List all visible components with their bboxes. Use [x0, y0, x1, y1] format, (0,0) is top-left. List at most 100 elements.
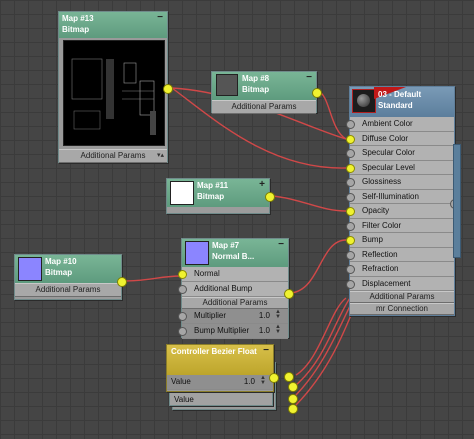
map7-param-bump-multiplier[interactable]: Bump Multiplier 1.0 ▲ ▼	[178, 324, 288, 339]
map7-slot-additional-bump[interactable]: Additional Bump	[178, 282, 288, 297]
map7-thumbnail	[185, 241, 209, 265]
map7-output-socket[interactable]	[284, 289, 294, 299]
map7-slot-normal[interactable]: Normal	[178, 267, 288, 282]
map13-output-socket[interactable]	[163, 84, 173, 94]
standard-slot-label: Ambient Color	[362, 119, 413, 128]
input-socket-icon[interactable]	[346, 134, 355, 144]
output-socket-icon[interactable]	[284, 372, 294, 382]
standard-slot-label: Glossiness	[362, 177, 402, 186]
standard-slot-opacity[interactable]: Opacity	[346, 204, 454, 219]
input-socket-icon[interactable]	[178, 285, 187, 294]
standard-thumbnail	[352, 89, 376, 113]
map7-slot-normal-label: Normal	[194, 269, 220, 278]
input-socket-icon[interactable]	[346, 265, 355, 274]
spinner-icon[interactable]: ▲ ▼	[275, 324, 282, 336]
map7-param-multiplier[interactable]: Multiplier 1.0 ▲ ▼	[178, 309, 288, 324]
input-socket-icon[interactable]	[346, 236, 355, 245]
map7-node[interactable]: Map #7 Normal B... − Normal Additional B…	[178, 238, 294, 339]
collapse-icon[interactable]: −	[263, 345, 269, 356]
collapse-icon[interactable]: −	[157, 12, 163, 23]
input-socket-icon[interactable]	[346, 163, 355, 173]
standard-slot-specular-level[interactable]: Specular Level	[346, 160, 454, 175]
standard-slot-specular-color[interactable]: Specular Color	[346, 146, 454, 161]
standard-slot-label: Specular Level	[362, 162, 415, 172]
map10-subtitle: Bitmap	[45, 268, 73, 277]
map8-additional-params[interactable]: Additional Params	[212, 100, 316, 114]
multiplier-label: Multiplier	[194, 311, 227, 320]
standard-slot-reflection[interactable]: Reflection	[346, 247, 454, 262]
map13-title: Map #13	[62, 14, 94, 23]
input-socket-icon[interactable]	[178, 270, 187, 279]
standard-slot-self-illumination[interactable]: Self-Illumination	[346, 189, 454, 204]
standard-slot-filter-color[interactable]: Filter Color	[346, 218, 454, 233]
controller-output-socket[interactable]	[269, 373, 279, 383]
map7-subtitle: Normal B...	[212, 252, 255, 261]
spinner-icon[interactable]: ▲ ▼	[260, 375, 267, 387]
map11-output-socket[interactable]	[265, 192, 275, 202]
output-socket-icon[interactable]	[288, 382, 298, 392]
sphere-icon	[357, 94, 370, 107]
standard-mr-connection[interactable]: mr Connection	[350, 303, 454, 315]
standard-additional-params-label: Additional Params	[369, 292, 435, 301]
map13-header[interactable]: Map #13 Bitmap −	[59, 12, 167, 38]
input-socket-icon[interactable]	[178, 312, 187, 321]
input-socket-icon[interactable]	[346, 120, 355, 129]
standard-slot-glossiness[interactable]: Glossiness	[346, 175, 454, 190]
output-socket-icon[interactable]	[288, 404, 298, 414]
map8-output-socket[interactable]	[312, 88, 322, 98]
map8-additional-params-label: Additional Params	[231, 102, 297, 111]
map7-slot-additional-bump-label: Additional Bump	[194, 284, 253, 293]
input-socket-icon[interactable]	[346, 221, 355, 231]
controller-header[interactable]: Controller Bezier Float −	[167, 345, 273, 375]
standard-slot-diffuse-color[interactable]: Diffuse Color	[346, 131, 454, 146]
stacked-node-value-row: Value	[174, 395, 194, 404]
spinner-icon[interactable]: ▲ ▼	[275, 309, 282, 321]
standard-side-tab[interactable]	[453, 144, 461, 258]
map10-node[interactable]: Map #10 Bitmap Additional Params	[14, 254, 127, 300]
standard-mr-connection-label: mr Connection	[375, 304, 429, 313]
map7-additional-params-label: Additional Params	[202, 298, 268, 307]
bump-multiplier-value[interactable]: 1.0	[259, 324, 270, 338]
input-socket-icon[interactable]	[346, 250, 355, 260]
controller-value-row[interactable]: Value 1.0 ▲ ▼	[167, 375, 273, 390]
expand-arrows-icon[interactable]: ▾▴	[157, 150, 164, 162]
expand-icon[interactable]: +	[259, 179, 265, 190]
wire-map8-diffuse	[317, 90, 347, 140]
map11-node[interactable]: Map #11 Bitmap +	[166, 178, 275, 214]
map11-subtitle: Bitmap	[197, 192, 225, 201]
standard-additional-params[interactable]: Additional Params	[350, 291, 454, 303]
input-socket-icon[interactable]	[346, 178, 355, 187]
map7-additional-params[interactable]: Additional Params	[182, 297, 288, 309]
controller-value[interactable]: 1.0	[244, 375, 255, 389]
input-socket-icon[interactable]	[178, 327, 187, 336]
map10-additional-params[interactable]: Additional Params	[15, 283, 121, 297]
standard-slot-displacement[interactable]: Displacement	[346, 276, 454, 291]
collapse-icon[interactable]: −	[306, 72, 312, 83]
standard-subtitle: Standard	[378, 101, 413, 110]
wire-map10-normal	[123, 275, 182, 282]
standard-slot-refraction[interactable]: Refraction	[346, 262, 454, 277]
map13-additional-params[interactable]: Additional Params ▾▴	[59, 149, 167, 163]
controller-value-label: Value	[171, 377, 191, 386]
output-socket-icon[interactable]	[288, 394, 298, 404]
input-socket-icon[interactable]	[346, 207, 355, 216]
standard-slot-ambient-color[interactable]: Ambient Color	[346, 117, 454, 132]
input-socket-icon[interactable]	[346, 192, 355, 202]
input-socket-icon[interactable]	[346, 279, 355, 289]
controller-subtitle: Bezier Float	[211, 347, 257, 356]
map10-title: Map #10	[45, 257, 77, 266]
map10-additional-params-label: Additional Params	[35, 285, 101, 294]
bump-multiplier-label: Bump Multiplier	[194, 326, 250, 335]
standard-header[interactable]: 03 - Default Standard	[350, 87, 454, 117]
standard-slot-label: Refraction	[362, 264, 399, 273]
map13-node[interactable]: Map #13 Bitmap − Additional Params ▾▴	[58, 11, 173, 163]
standard-material-node[interactable]: 03 - Default Standard Ambient Color Diffu…	[346, 86, 460, 316]
multiplier-value[interactable]: 1.0	[259, 309, 270, 323]
controller-node[interactable]: Controller Bezier Float − Value 1.0 ▲ ▼	[166, 344, 279, 392]
map10-output-socket[interactable]	[117, 277, 127, 287]
input-socket-icon[interactable]	[346, 149, 355, 158]
standard-slot-bump[interactable]: Bump	[346, 233, 454, 248]
map13-additional-params-label: Additional Params	[80, 151, 146, 160]
collapse-icon[interactable]: −	[278, 239, 284, 250]
map8-node[interactable]: Map #8 Bitmap − Additional Params	[211, 71, 322, 114]
